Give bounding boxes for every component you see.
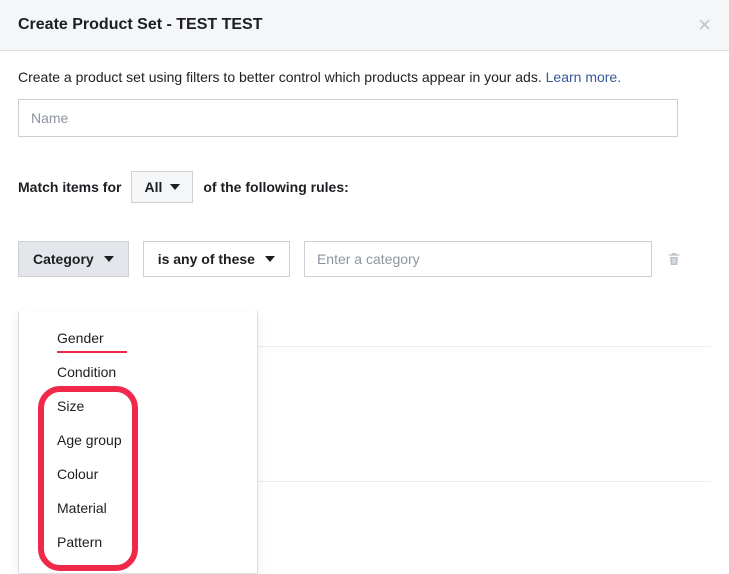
trash-icon (666, 251, 682, 267)
match-suffix: of the following rules: (203, 179, 348, 195)
dropdown-item[interactable]: Condition (19, 355, 257, 389)
modal-title: Create Product Set - TEST TEST (18, 16, 262, 34)
rule-row: Category is any of these (18, 241, 711, 277)
match-scope-label: All (144, 179, 162, 195)
dropdown-item[interactable]: Gender (19, 321, 257, 355)
chevron-down-icon (265, 256, 275, 262)
match-scope-dropdown[interactable]: All (131, 171, 193, 203)
modal-header: Create Product Set - TEST TEST × (0, 0, 729, 51)
learn-more-link[interactable]: Learn more. (546, 69, 621, 85)
rule-field-dropdown-menu: GenderConditionSizeAge groupColourMateri… (18, 311, 258, 574)
dropdown-item[interactable]: Age group (19, 423, 257, 457)
modal-body: Create a product set using filters to be… (0, 51, 729, 295)
chevron-down-icon (170, 184, 180, 190)
intro-text-row: Create a product set using filters to be… (18, 69, 711, 85)
match-rule-sentence: Match items for All of the following rul… (18, 171, 711, 203)
dropdown-item[interactable]: Size (19, 389, 257, 423)
rule-field-dropdown[interactable]: Category (18, 241, 129, 277)
dropdown-item[interactable]: Material (19, 491, 257, 525)
dropdown-item[interactable]: Colour (19, 457, 257, 491)
rule-field-label: Category (33, 251, 94, 267)
product-set-name-input[interactable] (18, 99, 678, 137)
rule-operator-label: is any of these (158, 251, 255, 267)
intro-text: Create a product set using filters to be… (18, 69, 546, 85)
dropdown-item[interactable]: Pattern (19, 525, 257, 559)
match-prefix: Match items for (18, 179, 121, 195)
close-icon[interactable]: × (698, 14, 711, 36)
rule-value-input[interactable] (304, 241, 652, 277)
chevron-down-icon (104, 256, 114, 262)
rule-operator-dropdown[interactable]: is any of these (143, 241, 290, 277)
delete-rule-button[interactable] (666, 251, 682, 267)
